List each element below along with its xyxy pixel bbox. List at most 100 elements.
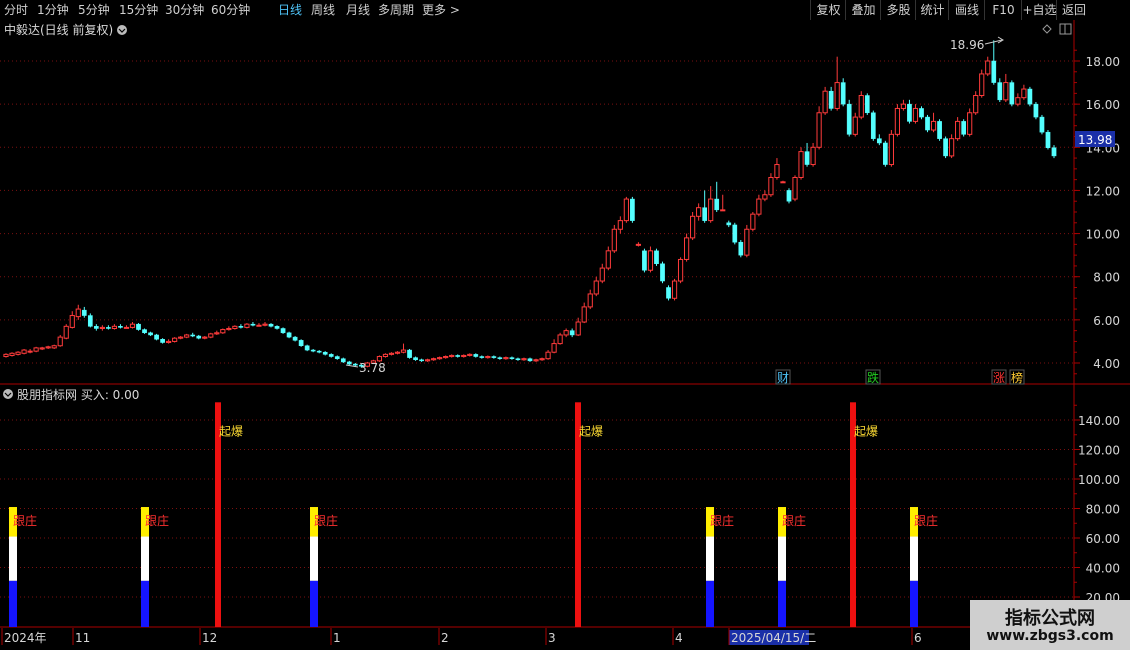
- candle-body: [774, 164, 780, 178]
- candle-body: [443, 356, 449, 359]
- candle-body: [907, 103, 912, 122]
- candle-body: [455, 355, 461, 357]
- period-tab-7[interactable]: 周线: [311, 2, 335, 18]
- candle-body: [87, 315, 93, 327]
- candle: [87, 313, 93, 328]
- add-watchlist-button[interactable]: +自选: [1021, 0, 1057, 20]
- main-y-tick-label: 10.00: [1086, 228, 1120, 242]
- candle-body: [756, 198, 762, 215]
- candle: [642, 248, 647, 273]
- candle: [63, 324, 69, 340]
- watermark-badge: 指标公式网 www.zbgs3.com: [970, 600, 1130, 650]
- watermark-url: www.zbgs3.com: [986, 628, 1114, 644]
- statistics-button[interactable]: 统计: [915, 0, 949, 20]
- candle-body: [894, 107, 901, 135]
- candle-body: [328, 354, 334, 357]
- candle-body: [280, 328, 286, 334]
- candle-body: [647, 250, 654, 271]
- overlay-button[interactable]: 叠加: [845, 0, 881, 20]
- candle: [232, 325, 238, 330]
- period-tab-6[interactable]: 日线: [278, 2, 302, 18]
- candle: [286, 331, 292, 339]
- candle-body: [154, 334, 159, 340]
- back-button[interactable]: 返回: [1056, 0, 1091, 20]
- candle-body: [214, 332, 220, 335]
- candle-body: [400, 349, 407, 353]
- candle-body: [539, 358, 545, 361]
- period-tab-9[interactable]: 多周期: [378, 2, 414, 18]
- breakout-signal-label: 起爆: [579, 424, 603, 438]
- candle-body: [425, 359, 431, 362]
- low-price-label: 3.78: [359, 361, 386, 375]
- restore-rights-button[interactable]: 复权: [810, 0, 846, 20]
- candle-body: [870, 112, 876, 139]
- candle-body: [557, 334, 563, 345]
- candle-body: [1051, 147, 1057, 157]
- candle-body: [635, 243, 642, 246]
- indicator-panel-title: 股朋指标网 买入: 0.00: [17, 387, 139, 402]
- signal-bar-white: [9, 536, 17, 581]
- candle-body: [822, 90, 828, 114]
- candle-body: [1045, 131, 1051, 148]
- candle-body: [129, 323, 136, 328]
- candle-body: [226, 327, 232, 331]
- candle-body: [334, 356, 340, 359]
- candle-body: [840, 82, 846, 105]
- period-tab-3[interactable]: 15分钟: [119, 2, 158, 18]
- period-tab-0[interactable]: 分时: [4, 2, 28, 18]
- period-tab-4[interactable]: 30分钟: [165, 2, 204, 18]
- candle: [1027, 86, 1033, 107]
- multi-stock-button[interactable]: 多股: [880, 0, 916, 20]
- breakout-signal-label: 起爆: [219, 424, 243, 438]
- candle-body: [930, 120, 937, 131]
- candle-body: [81, 309, 87, 316]
- event-tag-3[interactable]: 榜: [1011, 370, 1023, 385]
- candle-body: [792, 176, 798, 200]
- candle: [683, 233, 690, 262]
- candle-body: [437, 357, 443, 360]
- candle: [298, 339, 304, 347]
- candle-body: [473, 354, 479, 357]
- candle: [919, 106, 924, 120]
- candle: [557, 332, 563, 345]
- candle-body: [274, 326, 280, 329]
- time-axis-label: 11: [75, 631, 90, 645]
- candle-body: [617, 220, 623, 230]
- period-tab-10[interactable]: 更多 >: [422, 2, 460, 18]
- candle-body: [99, 326, 105, 329]
- candle: [798, 147, 804, 180]
- candle-body: [449, 354, 455, 358]
- candle: [611, 224, 617, 253]
- candle-body: [322, 351, 328, 355]
- indicator-menu-icon[interactable]: [3, 389, 13, 399]
- candle: [883, 140, 888, 167]
- period-tab-8[interactable]: 月线: [346, 2, 370, 18]
- candle-body: [630, 198, 635, 221]
- candle: [623, 196, 629, 223]
- candle-body: [683, 237, 690, 260]
- candle-body: [3, 353, 9, 358]
- candle-body: [780, 181, 786, 184]
- candle: [888, 130, 894, 167]
- candle-body: [352, 363, 358, 366]
- candle-body: [714, 198, 720, 211]
- candle-body: [136, 323, 141, 330]
- event-tag-1[interactable]: 跌: [867, 370, 879, 385]
- event-tag-2[interactable]: 涨: [993, 370, 1005, 385]
- main-panel-menu-icon[interactable]: [117, 25, 127, 35]
- candle-body: [660, 263, 665, 282]
- follow-signal-label: 跟庄: [13, 513, 37, 528]
- period-tab-1[interactable]: 1分钟: [37, 2, 69, 18]
- event-tag-0[interactable]: 财: [777, 371, 789, 385]
- draw-line-button[interactable]: 画线: [948, 0, 985, 20]
- signal-bar-blue: [778, 580, 786, 627]
- candle: [1033, 101, 1039, 120]
- candle-body: [1021, 88, 1027, 99]
- main-y-tick-label: 6.00: [1093, 314, 1120, 328]
- period-tab-5[interactable]: 60分钟: [211, 2, 250, 18]
- signal-bar-blue: [9, 580, 17, 627]
- period-tab-2[interactable]: 5分钟: [78, 2, 110, 18]
- main-y-tick-label: 18.00: [1086, 55, 1120, 69]
- candle-body: [750, 213, 756, 230]
- f10-button[interactable]: F10: [984, 0, 1022, 20]
